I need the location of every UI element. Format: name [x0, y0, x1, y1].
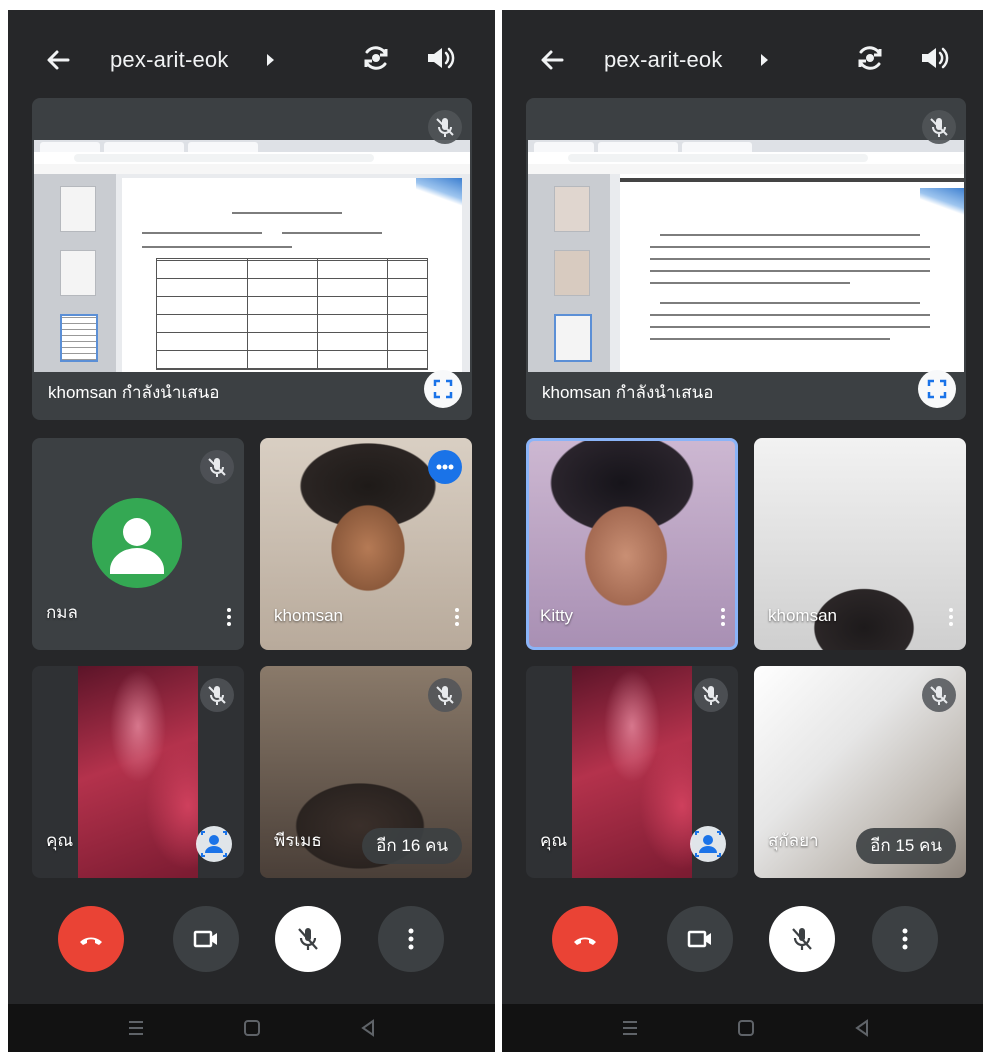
speaker-icon[interactable] — [918, 42, 950, 74]
screenshot-divider — [495, 0, 502, 1052]
meet-screen-left: pex-arit-eok khomsan กำลังนำเสนอ กมล kho… — [8, 10, 495, 1052]
participant-tile[interactable]: khomsan — [260, 438, 472, 650]
more-vert-icon — [408, 928, 414, 950]
arrow-left-icon[interactable] — [536, 44, 568, 76]
meeting-code[interactable]: pex-arit-eok — [604, 44, 723, 76]
meet-screen-right: pex-arit-eok khomsan กำลังนำเสนอ Kitty k… — [502, 10, 983, 1052]
speaker-icon[interactable] — [424, 42, 456, 74]
participant-tile[interactable]: กมล — [32, 438, 244, 650]
android-nav-bar — [8, 1004, 495, 1052]
participant-name: กมล — [46, 603, 78, 622]
shared-screen — [34, 140, 470, 372]
presenter-label: khomsan กำลังนำเสนอ — [542, 383, 714, 402]
arrow-left-icon[interactable] — [42, 44, 74, 76]
android-nav-bar — [502, 1004, 983, 1052]
caret-right-icon[interactable] — [758, 52, 770, 68]
fullscreen-icon[interactable] — [918, 370, 956, 408]
participant-name: พีรเมธ — [274, 831, 322, 850]
top-strip — [0, 0, 983, 10]
mic-off-icon — [694, 678, 728, 712]
participant-tile-active-speaker[interactable]: Kitty — [526, 438, 738, 650]
back-icon[interactable] — [354, 1014, 382, 1042]
switch-camera-icon[interactable] — [358, 40, 394, 76]
avatar — [92, 498, 182, 588]
self-view-tile[interactable]: คุณ — [526, 666, 738, 878]
recents-icon[interactable] — [616, 1014, 644, 1042]
recents-icon[interactable] — [122, 1014, 150, 1042]
end-call-icon — [80, 937, 102, 945]
participant-name: khomsan — [274, 606, 343, 625]
caret-right-icon[interactable] — [264, 52, 276, 68]
camera-icon — [687, 930, 711, 948]
mic-off-icon — [200, 450, 234, 484]
participant-name: สุกัลยา — [768, 831, 819, 850]
more-participants-chip[interactable]: อีก 15 คน — [856, 828, 956, 864]
home-icon[interactable] — [238, 1014, 266, 1042]
mic-off-icon — [428, 678, 462, 712]
back-icon[interactable] — [848, 1014, 876, 1042]
participant-name: คุณ — [540, 831, 568, 850]
participant-name: คุณ — [46, 831, 74, 850]
more-vert-icon[interactable] — [948, 606, 954, 628]
self-view-tile[interactable]: คุณ — [32, 666, 244, 878]
participant-tile[interactable]: สุกัลยา อีก 15 คน — [754, 666, 966, 878]
more-vert-icon[interactable] — [720, 606, 726, 628]
participant-tile[interactable]: khomsan — [754, 438, 966, 650]
presenter-label: khomsan กำลังนำเสนอ — [48, 383, 220, 402]
self-video — [78, 666, 198, 878]
more-vert-icon[interactable] — [226, 606, 232, 628]
mic-off-icon — [922, 110, 956, 144]
mic-off-icon — [922, 678, 956, 712]
background-effect-icon[interactable] — [690, 826, 726, 862]
more-participants-chip[interactable]: อีก 16 คน — [362, 828, 462, 864]
participant-tile[interactable]: พีรเมธ อีก 16 คน — [260, 666, 472, 878]
home-icon[interactable] — [732, 1014, 760, 1042]
fullscreen-icon[interactable] — [424, 370, 462, 408]
participant-name: Kitty — [540, 606, 574, 625]
mic-off-icon — [792, 928, 812, 950]
mic-off-icon — [298, 928, 318, 950]
camera-button[interactable] — [173, 906, 239, 972]
meeting-code[interactable]: pex-arit-eok — [110, 44, 229, 76]
presentation-tile[interactable]: khomsan กำลังนำเสนอ — [32, 98, 472, 420]
end-call-icon — [574, 937, 596, 945]
end-call-button[interactable] — [552, 906, 618, 972]
background-effect-icon[interactable] — [196, 826, 232, 862]
participant-name: khomsan — [768, 606, 837, 625]
speaking-indicator-icon — [428, 450, 462, 484]
more-vert-icon — [902, 928, 908, 950]
more-options-button[interactable] — [378, 906, 444, 972]
end-call-button[interactable] — [58, 906, 124, 972]
mic-off-icon — [200, 678, 234, 712]
camera-icon — [193, 930, 217, 948]
shared-screen — [528, 140, 964, 372]
mic-off-icon — [428, 110, 462, 144]
camera-button[interactable] — [667, 906, 733, 972]
more-vert-icon[interactable] — [454, 606, 460, 628]
mic-button[interactable] — [769, 906, 835, 972]
mic-button[interactable] — [275, 906, 341, 972]
self-video — [572, 666, 692, 878]
presentation-tile[interactable]: khomsan กำลังนำเสนอ — [526, 98, 966, 420]
switch-camera-icon[interactable] — [852, 40, 888, 76]
more-options-button[interactable] — [872, 906, 938, 972]
